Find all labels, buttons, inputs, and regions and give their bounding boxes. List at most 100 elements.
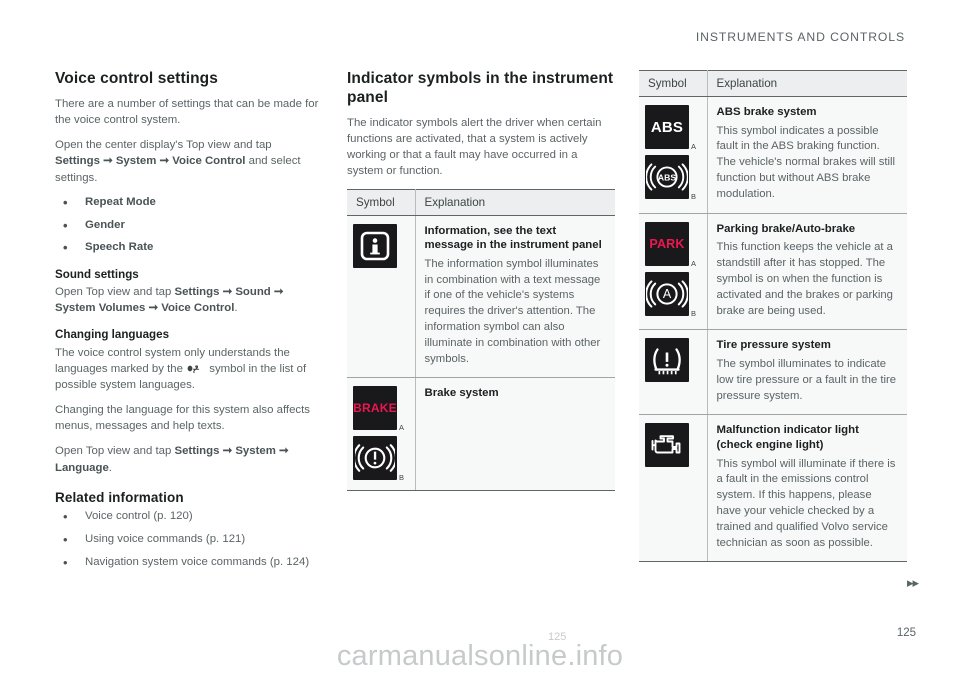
path-language: Language bbox=[55, 461, 109, 474]
row-text: This symbol will illuminate if there is … bbox=[716, 457, 896, 549]
table-row: Tire pressure system The symbol illumina… bbox=[639, 329, 907, 416]
related-information-list: Voice control (p. 120) Using voice comma… bbox=[55, 508, 323, 572]
arrow-icon: ➞ bbox=[148, 302, 159, 315]
abs-ring-symbol-icon: ABS bbox=[645, 155, 689, 199]
row-text: The information symbol illuminates in co… bbox=[424, 257, 601, 365]
row-title: Tire pressure system bbox=[716, 339, 831, 352]
information-symbol-icon bbox=[353, 223, 397, 268]
voice-settings-list: Repeat Mode Gender Speech Rate bbox=[55, 194, 323, 257]
row-text: This function keeps the vehicle at a sta… bbox=[716, 241, 893, 317]
path-settings: Settings bbox=[174, 286, 220, 299]
column-header-explanation: Explanation bbox=[707, 70, 907, 97]
abs-text-symbol-icon: ABS bbox=[645, 105, 689, 149]
page-number: 125 bbox=[896, 627, 916, 639]
symbol-cell bbox=[347, 215, 416, 379]
speech-symbol-icon bbox=[186, 361, 206, 374]
continues-marker-icon: ▸▸ bbox=[906, 575, 919, 590]
svg-text:A: A bbox=[663, 287, 672, 301]
indicator-symbols-table: Symbol Explanation Information, see the … bbox=[347, 188, 615, 492]
voice-control-intro: There are a number of settings that can … bbox=[55, 97, 319, 127]
site-watermark: carmanualsonline.info bbox=[336, 640, 624, 672]
tire-pressure-symbol-icon bbox=[645, 338, 689, 383]
park-symbol-label: PARK bbox=[649, 236, 685, 251]
lang-path-suffix: . bbox=[108, 461, 112, 474]
tile-wrap: BRAKE A bbox=[353, 386, 404, 432]
symbol-cell bbox=[639, 329, 708, 416]
column-right: Symbol Explanation ABS A ABS B ABS brake… bbox=[639, 70, 907, 563]
lang-text-part1: The voice control system only understand… bbox=[55, 346, 290, 359]
sound-path-prefix: Open Top view and tap bbox=[55, 286, 172, 299]
sound-settings-path: Open Top view and tap Settings ➞ Sound ➞… bbox=[55, 284, 323, 316]
voice-control-open-path: Open the center display's Top view and t… bbox=[55, 137, 323, 186]
row-title: Parking brake/Auto-brake bbox=[716, 222, 856, 235]
column-header-symbol: Symbol bbox=[639, 70, 708, 97]
table-row: ABS A ABS B ABS brake system This symbol… bbox=[639, 96, 907, 214]
manual-page: INSTRUMENTS AND CONTROLS Voice control s… bbox=[0, 0, 960, 677]
list-item: Speech Rate bbox=[55, 239, 323, 257]
explanation-cell: Information, see the text message in the… bbox=[415, 215, 615, 379]
tile-wrap: ABS A bbox=[645, 105, 696, 151]
sound-path-suffix: . bbox=[234, 302, 238, 315]
check-engine-symbol-icon bbox=[645, 423, 689, 468]
tile-wrap bbox=[645, 423, 689, 468]
list-item: Repeat Mode bbox=[55, 194, 323, 212]
heading-related-information: Related information bbox=[55, 489, 184, 505]
changing-languages-text: The voice control system only understand… bbox=[55, 345, 323, 394]
explanation-cell: Malfunction indicator light (check engin… bbox=[707, 414, 907, 563]
row-title: Information, see the text message in the… bbox=[424, 224, 602, 252]
brake-exclamation-symbol-icon bbox=[353, 436, 397, 481]
row-text: This symbol indicates a possible fault i… bbox=[716, 124, 896, 200]
symbol-variant-label: A bbox=[690, 258, 696, 268]
symbol-cell bbox=[639, 414, 708, 563]
tile-wrap: A B bbox=[645, 271, 696, 318]
open-path-prefix: Open the center display's Top view and t… bbox=[55, 139, 272, 152]
list-item[interactable]: Using voice commands (p. 121) bbox=[55, 531, 323, 549]
park-text-symbol-icon: PARK bbox=[645, 221, 689, 266]
path-settings: Settings bbox=[174, 445, 220, 458]
symbol-variant-label: B bbox=[690, 192, 696, 201]
tile-wrap: PARK A bbox=[645, 221, 696, 268]
table-row: PARK A A B Parking brake/Auto-brake This… bbox=[639, 213, 907, 331]
table-header-row: Symbol Explanation bbox=[347, 188, 615, 216]
list-item[interactable]: Navigation system voice commands (p. 124… bbox=[55, 554, 323, 572]
arrow-icon: ➞ bbox=[103, 155, 113, 168]
list-item: Gender bbox=[55, 217, 323, 235]
symbol-variant-label: A bbox=[690, 142, 696, 151]
row-title: ABS brake system bbox=[716, 106, 817, 118]
section-heading-indicator-symbols: Indicator symbols in the instrument pane… bbox=[347, 70, 614, 106]
row-text: The symbol illuminates to indicate low t… bbox=[716, 357, 897, 402]
path-system-volumes: System Volumes bbox=[55, 302, 146, 315]
explanation-cell: Tire pressure system The symbol illumina… bbox=[707, 329, 907, 416]
tile-wrap bbox=[353, 223, 397, 268]
brake-symbol-label: BRAKE bbox=[353, 401, 397, 416]
section-heading-voice-control-settings: Voice control settings bbox=[55, 70, 218, 87]
list-item[interactable]: Voice control (p. 120) bbox=[55, 508, 323, 526]
symbol-cell: BRAKE A B bbox=[347, 377, 416, 492]
explanation-cell: Brake system bbox=[415, 377, 615, 492]
changing-languages-note: Changing the language for this system al… bbox=[55, 404, 310, 433]
path-settings: Settings bbox=[55, 155, 100, 168]
indicator-symbols-intro: The indicator symbols alert the driver w… bbox=[347, 116, 602, 178]
column-middle: Indicator symbols in the instrument pane… bbox=[347, 70, 615, 492]
symbol-cell: ABS A ABS B bbox=[639, 96, 708, 214]
lang-text-part2: languages marked by the bbox=[55, 362, 183, 375]
table-row: Information, see the text message in the… bbox=[347, 215, 615, 379]
symbol-variant-label: A bbox=[398, 423, 404, 433]
arrow-icon: ➞ bbox=[159, 155, 170, 168]
path-system: System bbox=[235, 445, 276, 458]
arrow-icon: ➞ bbox=[273, 286, 284, 299]
arrow-icon: ➞ bbox=[222, 286, 233, 299]
subheading-sound-settings: Sound settings bbox=[55, 268, 139, 282]
symbol-variant-label: B bbox=[398, 473, 404, 483]
auto-brake-symbol-icon: A bbox=[645, 271, 689, 316]
brake-text-symbol-icon: BRAKE bbox=[353, 386, 397, 431]
path-system: System bbox=[115, 155, 157, 168]
column-header-symbol: Symbol bbox=[347, 188, 416, 216]
page-header-title: INSTRUMENTS AND CONTROLS bbox=[695, 30, 905, 44]
row-title: Malfunction indicator light (check engin… bbox=[716, 424, 859, 451]
arrow-icon: ➞ bbox=[222, 445, 233, 458]
tile-wrap: B bbox=[353, 436, 404, 482]
path-sound: Sound bbox=[235, 286, 271, 299]
path-voice-control: Voice Control bbox=[172, 155, 246, 168]
path-voice-control: Voice Control bbox=[161, 302, 235, 315]
